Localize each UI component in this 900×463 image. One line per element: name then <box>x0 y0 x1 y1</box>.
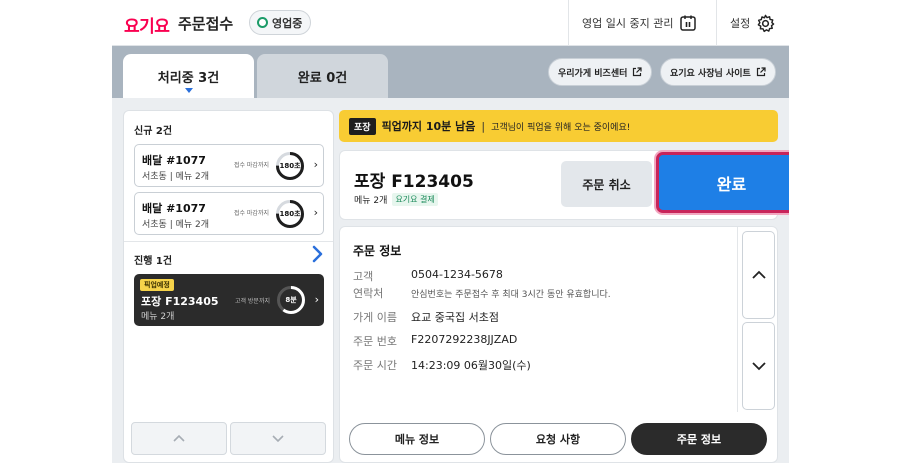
contact-value: 0504-1234-5678 <box>411 268 503 281</box>
external-link-icon <box>756 67 766 77</box>
order-card-subtitle: 서초동 | 메뉴 2개 <box>142 220 210 230</box>
contact-label: 고객 <box>353 270 374 283</box>
countdown-timer: 180초 <box>275 199 305 229</box>
order-card-subtitle: 메뉴 2개 <box>141 312 175 322</box>
content-area: 신규 2건 배달 #1077 서초동 | 메뉴 2개 접수 마감까지 180초 … <box>112 98 789 463</box>
topbar-divider <box>568 0 569 46</box>
tab-completed[interactable]: 완료 0건 <box>257 54 388 98</box>
store-status-label: 영업중 <box>272 16 303 30</box>
settings-button[interactable]: 설정 <box>730 0 775 46</box>
app-frame: 요기요 주문접수 영업중 영업 일시 중지 관리 설정 처리중 3건 완료 0건… <box>112 0 789 463</box>
order-list-panel: 신규 2건 배달 #1077 서초동 | 메뉴 2개 접수 마감까지 180초 … <box>123 110 334 463</box>
chevron-right-icon[interactable] <box>310 245 324 263</box>
banner-message: 고객님이 픽업을 위해 오는 중이에요! <box>491 122 631 133</box>
chevron-up-icon <box>173 434 185 442</box>
order-info-heading: 주문 정보 <box>353 244 402 258</box>
order-info-tab-button[interactable]: 주문 정보 <box>631 423 767 455</box>
order-card-new[interactable]: 배달 #1077 서초동 | 메뉴 2개 접수 마감까지 180초 › <box>134 144 324 187</box>
countdown-timer: 8분 <box>276 285 306 315</box>
menu-info-tab-button[interactable]: 메뉴 정보 <box>349 423 485 455</box>
scroll-up-button[interactable] <box>742 231 775 319</box>
menu-count: 메뉴 2개 <box>354 196 388 206</box>
store-name-value: 요교 중국집 서초점 <box>411 311 499 324</box>
external-link-icon <box>632 67 642 77</box>
order-number-value: F2207292238JJZAD <box>411 333 518 346</box>
topbar-divider <box>716 0 717 46</box>
deadline-label: 접수 마감까지 <box>233 162 269 169</box>
order-time-label: 주문 시간 <box>353 359 397 372</box>
gear-icon <box>756 14 775 33</box>
order-card-new[interactable]: 배달 #1077 서초동 | 메뉴 2개 접수 마감까지 180초 › <box>134 192 324 235</box>
chevron-down-icon <box>751 362 766 371</box>
order-card-subtitle: 서초동 | 메뉴 2개 <box>142 172 210 182</box>
order-time-value: 14:23:09 06월30일(수) <box>411 359 531 372</box>
tab-completed-label: 완료 0건 <box>297 70 348 86</box>
tab-processing[interactable]: 처리중 3건 <box>123 54 254 98</box>
order-detail-header: 포장 F123405 메뉴 2개 요기요 결제 주문 취소 완료 <box>339 150 789 220</box>
order-card-title: 배달 #1077 <box>142 202 206 215</box>
caret-down-icon <box>185 88 193 93</box>
cancel-order-button[interactable]: 주문 취소 <box>561 161 652 207</box>
tab-processing-label: 처리중 3건 <box>157 70 220 86</box>
pause-management-label: 영업 일시 중지 관리 <box>582 17 674 30</box>
status-dot-icon <box>257 17 268 28</box>
banner-separator: | <box>481 119 486 133</box>
store-name-label: 가게 이름 <box>353 311 397 324</box>
list-scroll-up-button[interactable] <box>131 422 227 455</box>
timer-text: 180초 <box>279 210 301 218</box>
pause-management-button[interactable]: 영업 일시 중지 관리 <box>582 0 697 46</box>
store-status-badge[interactable]: 영업중 <box>249 10 312 35</box>
banner-tag: 포장 <box>349 117 376 135</box>
deadline-label: 접수 마감까지 <box>233 210 269 217</box>
new-orders-heading: 신규 2건 <box>134 126 173 137</box>
complete-order-button[interactable]: 완료 <box>656 152 789 213</box>
chevron-right-icon: › <box>313 206 318 219</box>
payment-badge: 요기요 결제 <box>392 193 438 206</box>
yogiyo-logo: 요기요 <box>124 17 170 37</box>
order-card-title: 포장 F123405 <box>141 295 219 308</box>
contact-label: 연락처 <box>353 287 384 300</box>
chevron-right-icon: › <box>313 158 318 171</box>
in-progress-heading: 진행 1건 <box>134 256 173 267</box>
pickup-scheduled-badge: 픽업예정 <box>140 279 174 291</box>
list-scroll-down-button[interactable] <box>230 422 326 455</box>
order-detail-subtitle: 메뉴 2개 요기요 결제 <box>354 193 438 206</box>
owner-site-label: 요기요 사장님 사이트 <box>670 68 751 79</box>
order-card-in-progress[interactable]: 픽업예정 포장 F123405 메뉴 2개 고객 방문까지 8분 › <box>134 274 324 326</box>
timer-text: 8분 <box>285 296 297 304</box>
chevron-up-icon <box>751 270 766 279</box>
scroll-down-button[interactable] <box>742 322 775 410</box>
visit-label: 고객 방문까지 <box>234 298 270 305</box>
list-divider <box>124 241 333 242</box>
order-number-label: 주문 번호 <box>353 335 397 348</box>
countdown-timer: 180초 <box>275 151 305 181</box>
calendar-pause-icon <box>679 14 697 32</box>
app-title: 주문접수 <box>178 15 234 33</box>
chevron-down-icon <box>272 435 284 443</box>
biz-center-label: 우리가게 비즈센터 <box>558 68 628 79</box>
owner-site-link[interactable]: 요기요 사장님 사이트 <box>660 58 776 86</box>
settings-label: 설정 <box>730 17 751 30</box>
order-info-panel: 주문 정보 고객 연락처 0504-1234-5678 안심번호는 주문접수 후… <box>339 226 778 463</box>
order-detail-title: 포장 F123405 <box>354 172 474 192</box>
request-tab-button[interactable]: 요청 사항 <box>490 423 626 455</box>
order-card-title: 배달 #1077 <box>142 154 206 167</box>
info-scroll-controls <box>737 227 777 412</box>
biz-center-link[interactable]: 우리가게 비즈센터 <box>548 58 653 86</box>
contact-note: 안심번호는 주문접수 후 최대 3시간 동안 유효합니다. <box>411 290 611 300</box>
top-bar: 요기요 주문접수 영업중 영업 일시 중지 관리 설정 <box>112 0 789 46</box>
pickup-banner: 포장 픽업까지 10분 남음 | 고객님이 픽업을 위해 오는 중이에요! <box>339 110 778 142</box>
chevron-right-icon: › <box>314 293 319 306</box>
timer-text: 180초 <box>279 162 301 170</box>
banner-main-text: 픽업까지 10분 남음 <box>381 120 476 133</box>
